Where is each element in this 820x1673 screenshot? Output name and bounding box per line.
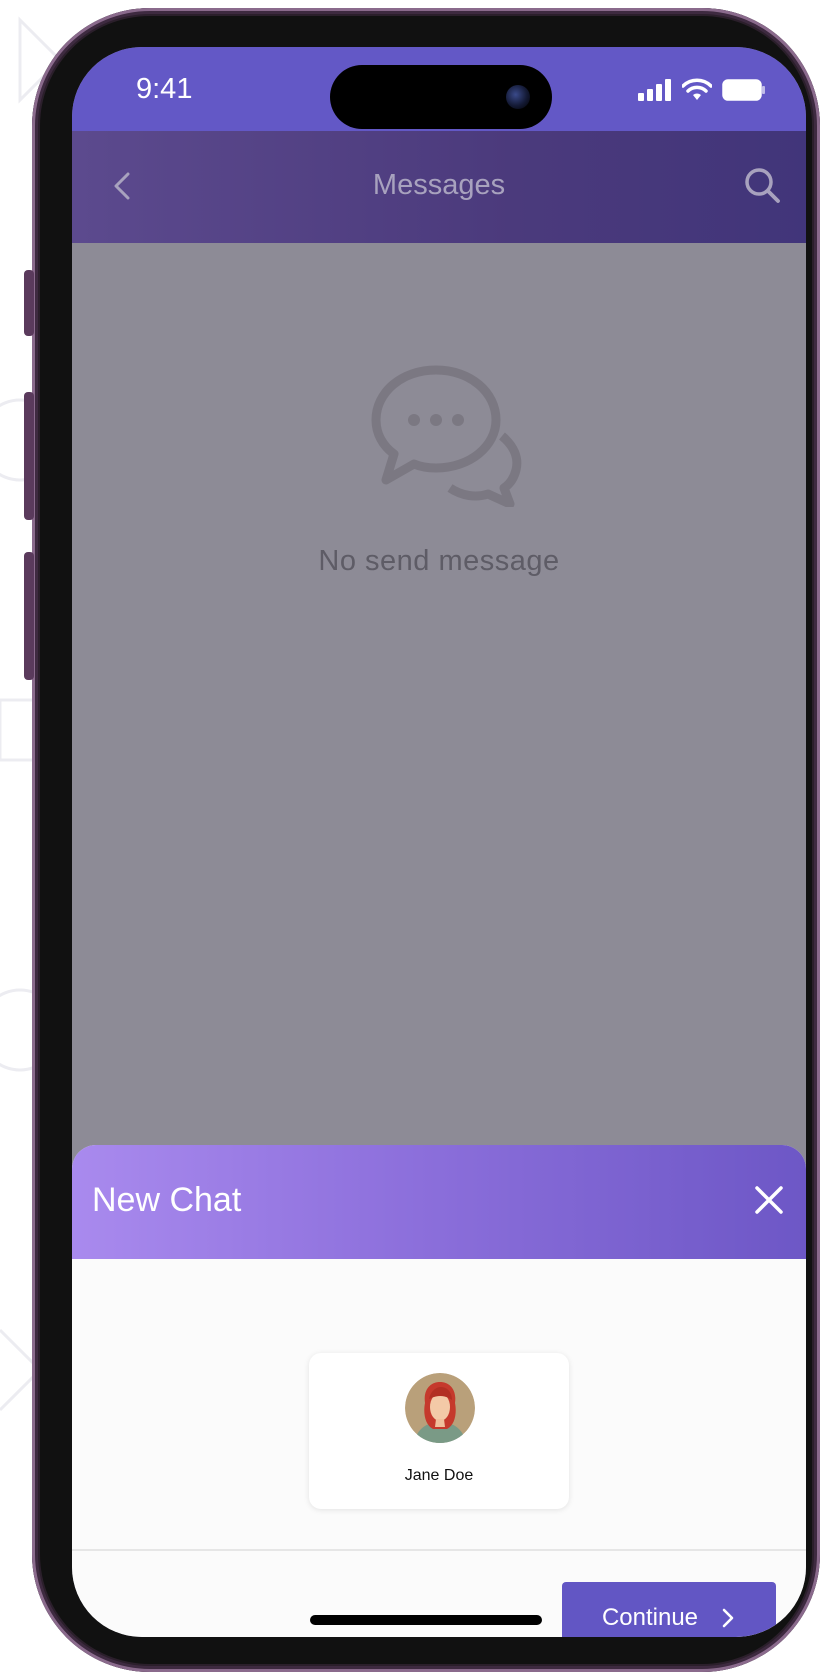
empty-state-message: No send message xyxy=(318,545,560,577)
new-chat-sheet: New Chat Jane Doe Continue xyxy=(72,1145,806,1637)
screen: 9:41 Messages No send message New Chat J… xyxy=(72,47,806,1637)
camera-icon xyxy=(506,85,530,109)
chat-bubbles-icon xyxy=(371,365,522,507)
status-time: 9:41 xyxy=(136,73,193,105)
status-icons xyxy=(638,77,766,103)
contact-card[interactable]: Jane Doe xyxy=(309,1353,569,1509)
divider xyxy=(72,1549,806,1551)
chevron-right-icon xyxy=(722,1608,734,1628)
status-bar: 9:41 xyxy=(72,47,806,131)
contact-name: Jane Doe xyxy=(404,1467,474,1484)
side-button xyxy=(24,392,34,520)
search-icon[interactable] xyxy=(742,165,782,205)
sheet-header: New Chat xyxy=(72,1145,806,1259)
side-button xyxy=(24,270,34,336)
continue-button[interactable]: Continue xyxy=(562,1582,776,1637)
battery-icon xyxy=(722,79,765,101)
app-bar: Messages xyxy=(72,131,806,243)
continue-label: Continue xyxy=(601,1604,699,1631)
close-icon[interactable] xyxy=(752,1183,786,1217)
sheet-title: New Chat xyxy=(92,1181,242,1219)
avatar xyxy=(405,1373,475,1443)
wifi-icon xyxy=(682,78,712,100)
signal-icon xyxy=(638,79,671,101)
avatar-icon xyxy=(405,1373,475,1443)
home-indicator[interactable] xyxy=(310,1615,542,1625)
side-button xyxy=(24,552,34,680)
dynamic-island xyxy=(330,65,552,129)
page-title: Messages xyxy=(372,169,506,201)
